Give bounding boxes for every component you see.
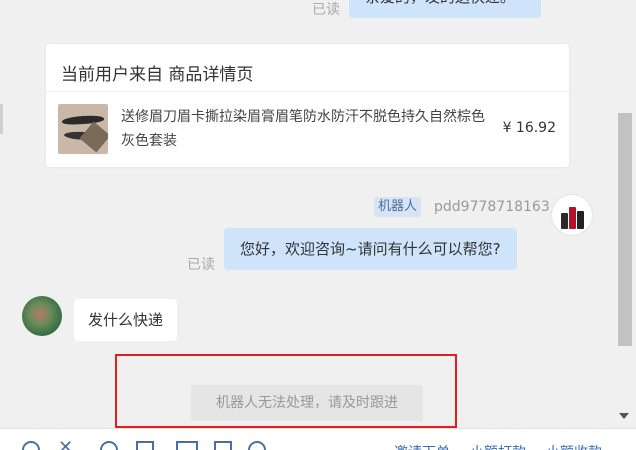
scissors-icon[interactable]: ✕ — [58, 437, 76, 450]
card-divider — [46, 91, 569, 92]
outgoing-message-bubble: 亲爱的，发的送快递。 — [349, 0, 541, 18]
agent-avatar[interactable] — [551, 194, 593, 236]
chat-area: 已读 亲爱的，发的送快递。 当前用户来自 商品详情页 送修眉刀眉卡撕拉染眉膏眉笔… — [0, 0, 612, 428]
read-status-label: 已读 — [312, 2, 340, 18]
incoming-message-bubble: 发什么快递 — [74, 299, 178, 341]
product-card-title: 当前用户来自 商品详情页 — [61, 65, 254, 85]
read-status-label: 已读 — [187, 257, 215, 273]
scrollbar-thumb[interactable] — [618, 113, 632, 346]
product-price: ¥ 16.92 — [502, 120, 556, 136]
product-thumbnail[interactable] — [58, 104, 108, 154]
agent-name: pdd9778718163 — [434, 199, 550, 215]
robot-tag: 机器人 — [374, 197, 422, 217]
product-info-card[interactable]: 当前用户来自 商品详情页 送修眉刀眉卡撕拉染眉膏眉笔防水防汗不脱色持久自然棕色灰… — [46, 44, 569, 167]
product-name[interactable]: 送修眉刀眉卡撕拉染眉膏眉笔防水防汗不脱色持久自然棕色灰色套装 — [121, 105, 491, 153]
scroll-down-arrow-icon[interactable] — [619, 413, 629, 419]
system-notice: 机器人无法处理，请及时跟进 — [191, 385, 423, 421]
user-avatar[interactable] — [22, 296, 62, 336]
chat-scrollbar[interactable] — [612, 0, 636, 428]
input-toolbar: ✕ 邀请下单 小额打款 小额收款 — [0, 428, 636, 450]
left-edge-indicator — [0, 104, 3, 134]
outgoing-message-bubble: 您好，欢迎咨询~请问有什么可以帮您? — [224, 228, 517, 270]
attachment-icon[interactable] — [96, 437, 122, 450]
